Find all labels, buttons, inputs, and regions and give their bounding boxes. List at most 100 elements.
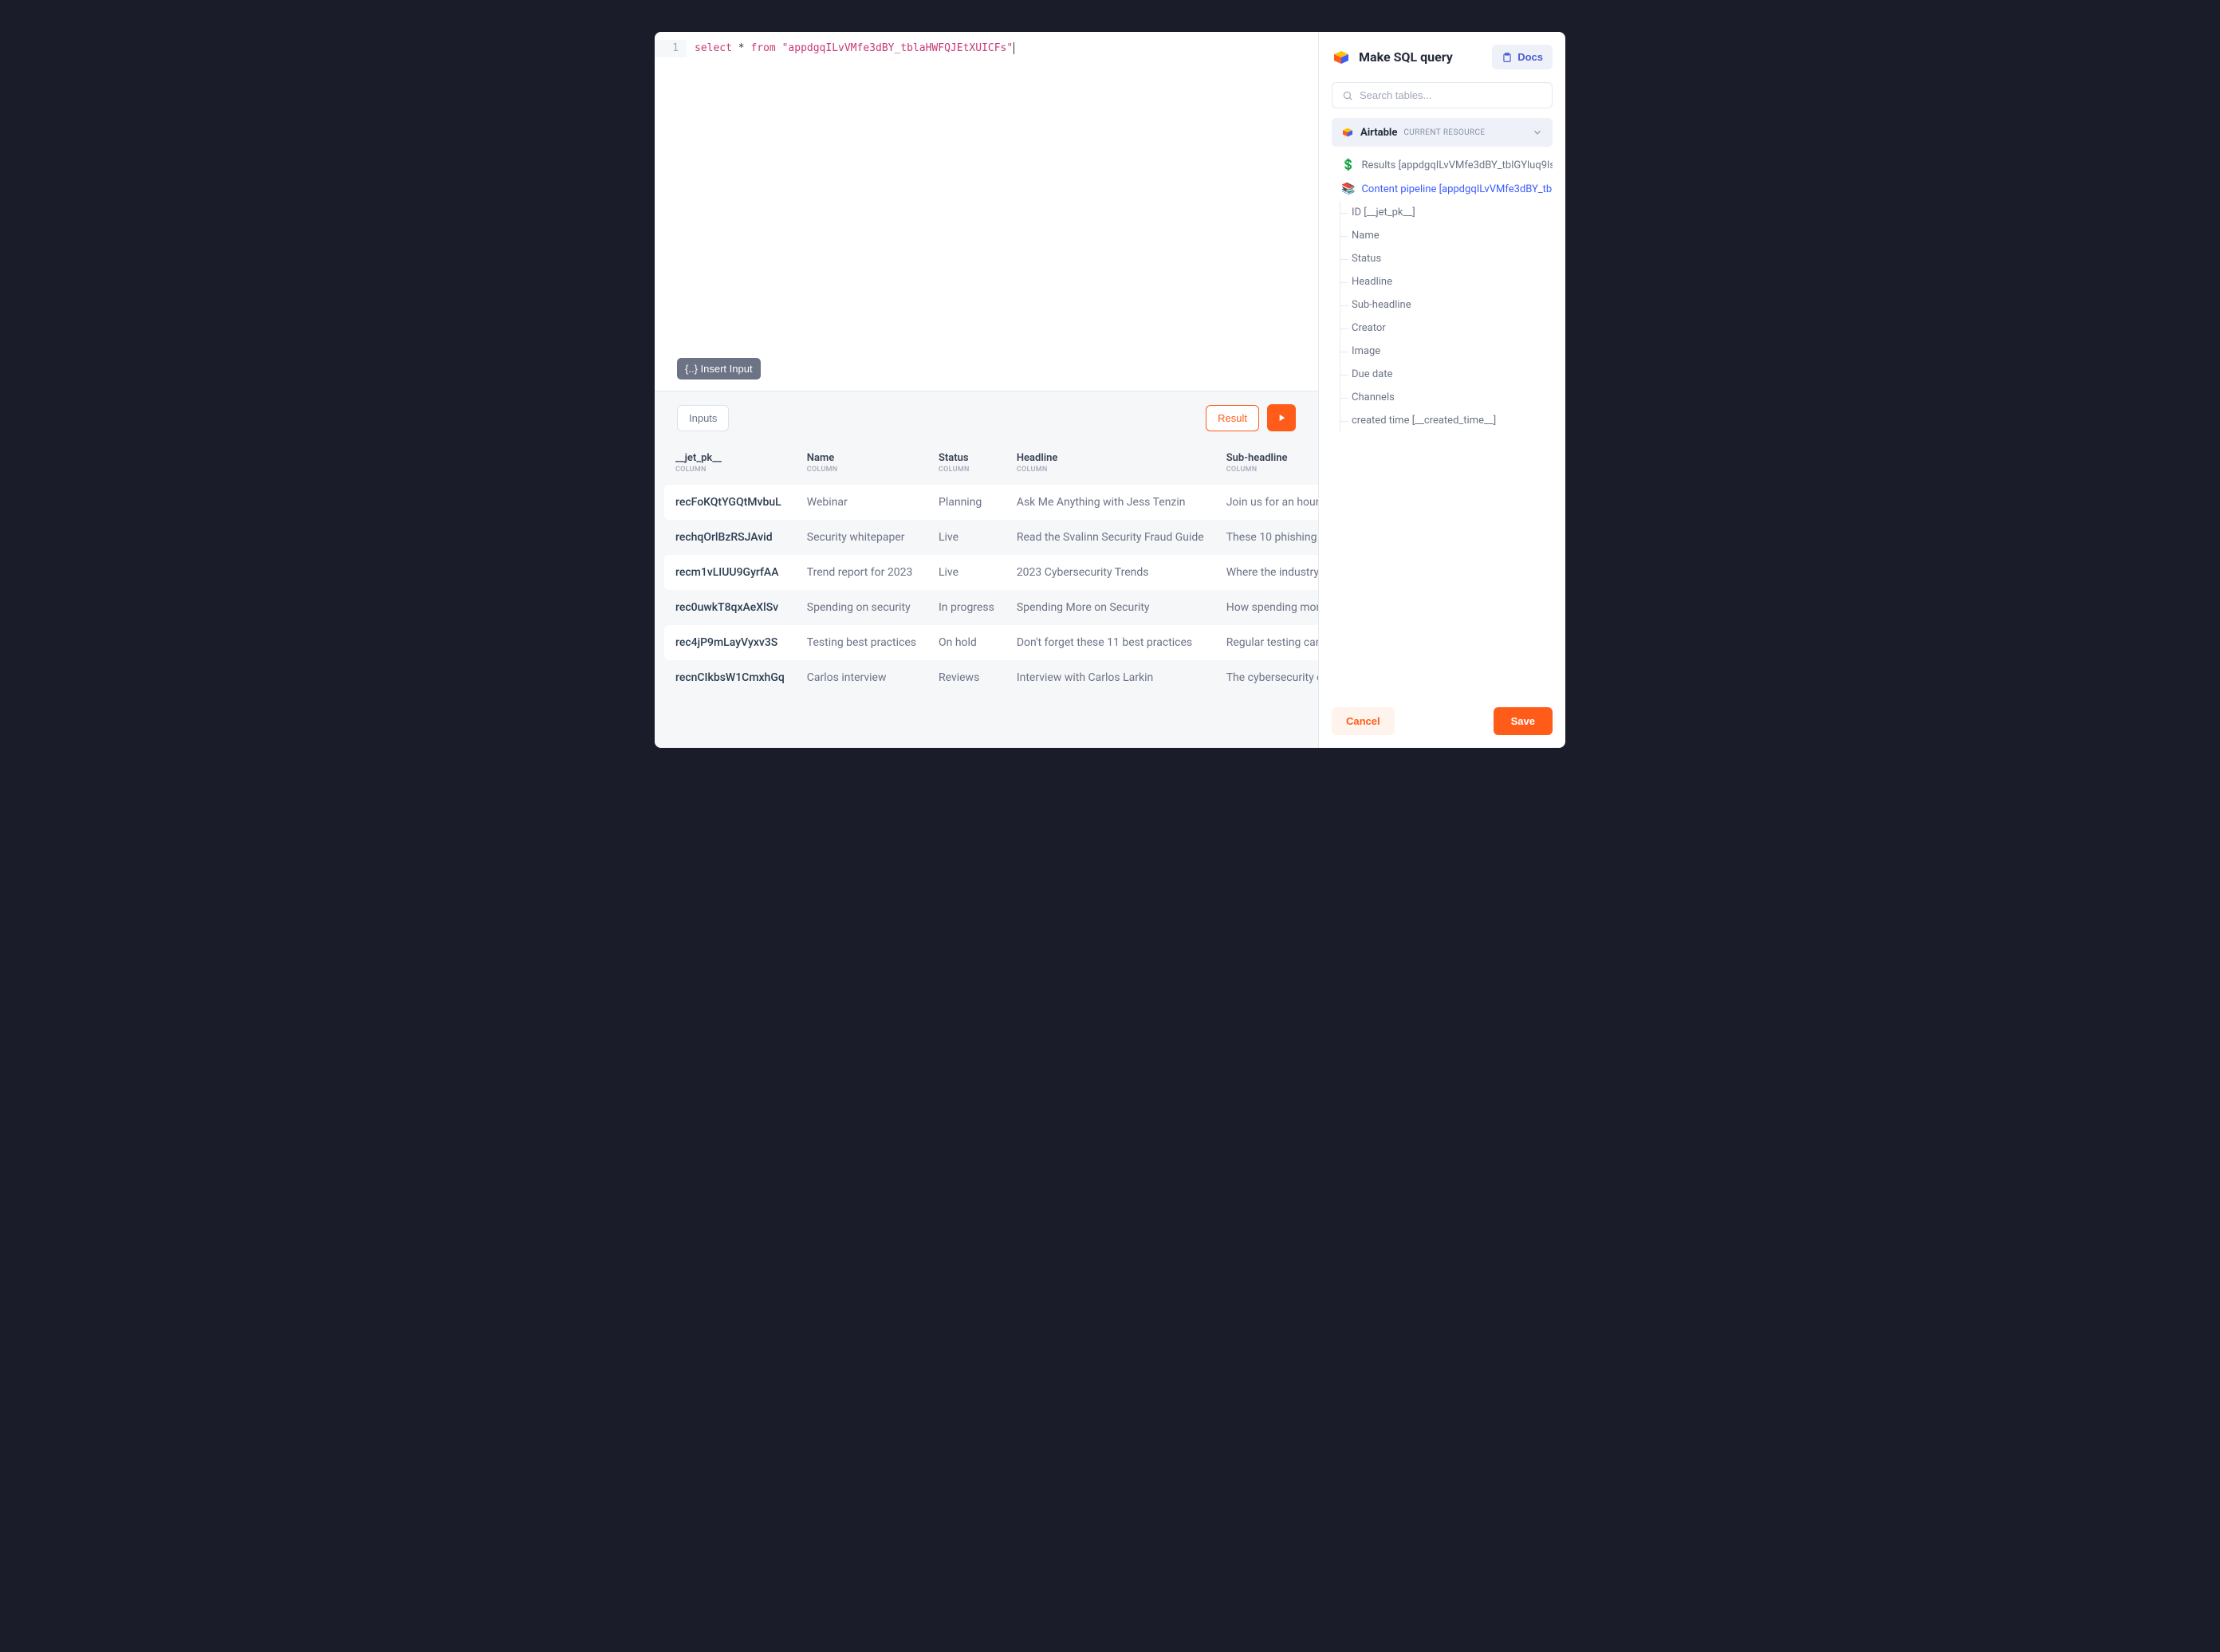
- column-header-status[interactable]: Status COLUMN: [927, 444, 1006, 485]
- table-label: Results [appdgqILvVMfe3dBY_tblGYluq9lso5…: [1361, 159, 1553, 171]
- column-subtype: COLUMN: [1226, 466, 1318, 474]
- table-cell-name: Spending on security: [796, 590, 927, 625]
- field-item[interactable]: Creator: [1352, 317, 1553, 340]
- side-header: Make SQL query Docs: [1332, 45, 1553, 69]
- field-item[interactable]: Channels: [1352, 386, 1553, 409]
- field-item[interactable]: Due date: [1352, 363, 1553, 386]
- table-cell-pk: rechqOrlBzRSJAvid: [664, 520, 796, 555]
- sql-table-string: "appdgqILvVMfe3dBY_tblaHWFQJEtXUICFs": [782, 42, 1014, 54]
- insert-input-label: {..} Insert Input: [685, 363, 753, 375]
- table-item-results[interactable]: 💲 Results [appdgqILvVMfe3dBY_tblGYluq9ls…: [1332, 153, 1553, 177]
- table-cell-status: Live: [927, 555, 1006, 590]
- table-item-content-pipeline[interactable]: 📚 Content pipeline [appdgqILvVMfe3dBY_tb…: [1332, 177, 1553, 201]
- table-cell-name: Testing best practices: [796, 625, 927, 660]
- table-cell-headline: 2023 Cybersecurity Trends: [1006, 555, 1215, 590]
- main-panel: 1 select * from "appdgqILvVMfe3dBY_tblaH…: [655, 32, 1318, 748]
- table-cell-pk: recm1vLIUU9GyrfAA: [664, 555, 796, 590]
- brand-logo-icon: [1332, 48, 1351, 67]
- column-header-subheadline[interactable]: Sub-headline COLUMN: [1215, 444, 1318, 485]
- sql-select-keyword: select: [695, 42, 732, 54]
- side-footer: Cancel Save: [1332, 698, 1553, 735]
- inputs-button[interactable]: Inputs: [677, 405, 729, 431]
- column-header-name-label: Name: [807, 452, 834, 464]
- docs-label: Docs: [1517, 51, 1543, 63]
- save-label: Save: [1511, 715, 1535, 727]
- table-cell-pk: recnCIkbsW1CmxhGq: [664, 660, 796, 695]
- table-cell-headline: Spending More on Security: [1006, 590, 1215, 625]
- column-subtype: COLUMN: [939, 466, 994, 474]
- table-cell-subheadline: The cybersecurity ex: [1215, 660, 1318, 695]
- sql-from-keyword: from: [750, 42, 775, 54]
- results-table: __jet_pk__ COLUMN Name COLUMN Status COL…: [664, 444, 1318, 695]
- results-toolbar: Inputs Result: [655, 391, 1318, 444]
- table-cell-status: Planning: [927, 485, 1006, 520]
- field-item[interactable]: Image: [1352, 340, 1553, 363]
- table-cell-subheadline: Regular testing can p: [1215, 625, 1318, 660]
- table-cell-pk: rec0uwkT8qxAeXlSv: [664, 590, 796, 625]
- run-button[interactable]: [1267, 404, 1296, 431]
- table-cell-status: Reviews: [927, 660, 1006, 695]
- sql-editor-area[interactable]: 1 select * from "appdgqILvVMfe3dBY_tblaH…: [655, 32, 1318, 391]
- sql-star: *: [738, 42, 745, 54]
- results-table-wrapper: __jet_pk__ COLUMN Name COLUMN Status COL…: [655, 444, 1318, 705]
- table-tree: 💲 Results [appdgqILvVMfe3dBY_tblGYluq9ls…: [1332, 153, 1553, 432]
- insert-input-button[interactable]: {..} Insert Input: [677, 358, 761, 380]
- cancel-label: Cancel: [1346, 715, 1380, 727]
- cancel-button[interactable]: Cancel: [1332, 707, 1395, 735]
- table-label: Content pipeline [appdgqILvVMfe3dBY_tbla…: [1361, 183, 1553, 195]
- column-subtype: COLUMN: [675, 466, 785, 474]
- column-header-pk[interactable]: __jet_pk__ COLUMN: [664, 444, 796, 485]
- table-cell-headline: Ask Me Anything with Jess Tenzin: [1006, 485, 1215, 520]
- table-cell-name: Webinar: [796, 485, 927, 520]
- table-cell-subheadline: Join us for an hour-l: [1215, 485, 1318, 520]
- table-cell-name: Carlos interview: [796, 660, 927, 695]
- code-line[interactable]: select * from "appdgqILvVMfe3dBY_tblaHWF…: [687, 40, 1014, 57]
- table-cell-name: Security whitepaper: [796, 520, 927, 555]
- table-cell-pk: recFoKQtYGQtMvbuL: [664, 485, 796, 520]
- field-item[interactable]: Name: [1352, 224, 1553, 247]
- search-input[interactable]: [1360, 89, 1542, 101]
- column-subtype: COLUMN: [807, 466, 916, 474]
- column-header-status-label: Status: [939, 452, 969, 464]
- search-box[interactable]: [1332, 82, 1553, 108]
- table-cell-status: Live: [927, 520, 1006, 555]
- code-editor[interactable]: 1 select * from "appdgqILvVMfe3dBY_tblaH…: [655, 32, 1318, 65]
- resource-tag: CURRENT RESOURCE: [1403, 128, 1525, 137]
- field-item[interactable]: Status: [1352, 247, 1553, 270]
- chevron-down-icon: [1532, 127, 1543, 138]
- inputs-label: Inputs: [689, 412, 717, 424]
- field-item[interactable]: Sub-headline: [1352, 293, 1553, 317]
- result-button[interactable]: Result: [1206, 405, 1259, 431]
- field-item[interactable]: created time [__created_time__]: [1352, 409, 1553, 432]
- table-row[interactable]: rec0uwkT8qxAeXlSvSpending on securityIn …: [664, 590, 1318, 625]
- table-row[interactable]: recm1vLIUU9GyrfAATrend report for 2023Li…: [664, 555, 1318, 590]
- resource-name: Airtable: [1360, 127, 1397, 139]
- table-cell-headline: Don't forget these 11 best practices: [1006, 625, 1215, 660]
- table-cell-status: On hold: [927, 625, 1006, 660]
- side-panel: Make SQL query Docs Airtable CURR: [1318, 32, 1565, 748]
- column-header-pk-label: __jet_pk__: [675, 452, 722, 464]
- table-cell-subheadline: These 10 phishing sc: [1215, 520, 1318, 555]
- table-row[interactable]: recFoKQtYGQtMvbuLWebinarPlanningAsk Me A…: [664, 485, 1318, 520]
- column-header-headline-label: Headline: [1017, 452, 1058, 464]
- column-header-name[interactable]: Name COLUMN: [796, 444, 927, 485]
- table-cell-status: In progress: [927, 590, 1006, 625]
- docs-button[interactable]: Docs: [1492, 45, 1553, 69]
- table-row[interactable]: rec4jP9mLayVyxv3STesting best practicesO…: [664, 625, 1318, 660]
- field-item[interactable]: ID [__jet_pk__]: [1352, 201, 1553, 224]
- resource-selector[interactable]: Airtable CURRENT RESOURCE: [1332, 118, 1553, 147]
- save-button[interactable]: Save: [1494, 707, 1553, 735]
- table-row[interactable]: recnCIkbsW1CmxhGqCarlos interviewReviews…: [664, 660, 1318, 695]
- table-fields-list: ID [__jet_pk__]NameStatusHeadlineSub-hea…: [1340, 201, 1553, 432]
- airtable-logo-icon: [1341, 126, 1354, 139]
- table-row[interactable]: rechqOrlBzRSJAvidSecurity whitepaperLive…: [664, 520, 1318, 555]
- column-header-headline[interactable]: Headline COLUMN: [1006, 444, 1215, 485]
- table-cell-headline: Read the Svalinn Security Fraud Guide: [1006, 520, 1215, 555]
- column-header-subheadline-label: Sub-headline: [1226, 452, 1288, 464]
- search-icon: [1342, 90, 1353, 101]
- table-emoji-icon: 📚: [1341, 183, 1355, 195]
- app-window: 1 select * from "appdgqILvVMfe3dBY_tblaH…: [655, 32, 1565, 748]
- line-number: 1: [655, 40, 687, 57]
- table-cell-subheadline: Where the industry i: [1215, 555, 1318, 590]
- field-item[interactable]: Headline: [1352, 270, 1553, 293]
